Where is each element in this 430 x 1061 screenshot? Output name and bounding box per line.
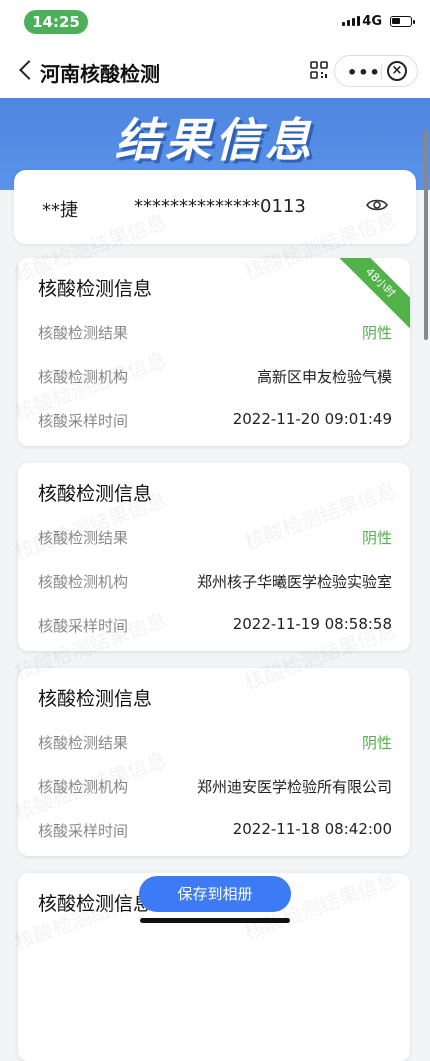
time-row: 核酸采样时间 2022-11-18 08:42:00 [38,820,392,842]
result-label: 核酸检测结果 [38,529,129,547]
scan-icon[interactable] [310,61,328,79]
capsule-divider [381,64,382,80]
result-row: 核酸检测结果 阴性 [38,322,392,344]
org-row: 核酸检测机构 高新区申友检验气模 [38,366,392,388]
network-label: 4G [362,14,382,29]
more-icon[interactable]: ••• [347,63,381,82]
result-value: 阴性 [361,734,392,752]
battery-icon [390,16,415,27]
card-title: 核酸检测信息 [38,893,153,915]
org-value: 高新区申友检验气模 [256,368,392,386]
identity-card: **捷 **************0113 [14,170,416,244]
close-icon[interactable]: × [387,61,407,81]
result-value: 阴性 [361,324,392,342]
test-record-card: 核酸检测信息 核酸检测结果 阴性 核酸检测机构 郑州迪安医学检验所有限公司 核酸… [18,668,410,856]
scrollbar[interactable] [424,130,428,340]
time-row: 核酸采样时间 2022-11-19 08:58:58 [38,615,392,637]
masked-id-number: **************0113 [134,196,306,217]
card-title: 核酸检测信息 [38,483,153,505]
eye-icon[interactable] [366,198,388,212]
time-label: 核酸采样时间 [38,617,129,635]
org-label: 核酸检测机构 [38,778,129,796]
result-label: 核酸检测结果 [38,734,129,752]
org-value: 郑州迪安医学检验所有限公司 [196,778,392,796]
save-to-album-button[interactable]: 保存到相册 [139,876,291,912]
time-value: 2022-11-18 08:42:00 [232,820,392,838]
time-label: 核酸采样时间 [38,822,129,840]
card-title: 核酸检测信息 [38,278,153,300]
org-value: 郑州核子华曦医学检验实验室 [196,573,392,591]
home-indicator[interactable] [140,918,290,923]
signal-icon [342,16,360,26]
time-label: 核酸采样时间 [38,412,129,430]
time-value: 2022-11-19 08:58:58 [232,615,392,633]
card-title: 核酸检测信息 [38,688,153,710]
test-record-card: 48小时 核酸检测信息 核酸检测结果 阴性 核酸检测机构 高新区申友检验气模 核… [18,258,410,446]
test-record-card: 核酸检测信息 核酸检测结果 阴性 核酸检测机构 郑州核子华曦医学检验实验室 核酸… [18,463,410,651]
banner-title: 结果信息 [115,113,315,167]
masked-name: **捷 [42,200,78,221]
back-icon[interactable] [19,60,39,80]
result-label: 核酸检测结果 [38,324,129,342]
org-label: 核酸检测机构 [38,368,129,386]
navbar: 河南核酸检测 ••• × [0,44,430,98]
org-label: 核酸检测机构 [38,573,129,591]
page-title: 河南核酸检测 [40,62,160,86]
miniprogram-capsule: ••• × [334,55,418,87]
result-value: 阴性 [361,529,392,547]
result-row: 核酸检测结果 阴性 [38,732,392,754]
result-row: 核酸检测结果 阴性 [38,527,392,549]
time-value: 2022-11-20 09:01:49 [232,410,392,428]
org-row: 核酸检测机构 郑州迪安医学检验所有限公司 [38,776,392,798]
status-bar: 14:25 4G [0,0,430,44]
time-row: 核酸采样时间 2022-11-20 09:01:49 [38,410,392,432]
status-time: 14:25 [24,10,88,34]
org-row: 核酸检测机构 郑州核子华曦医学检验实验室 [38,571,392,593]
